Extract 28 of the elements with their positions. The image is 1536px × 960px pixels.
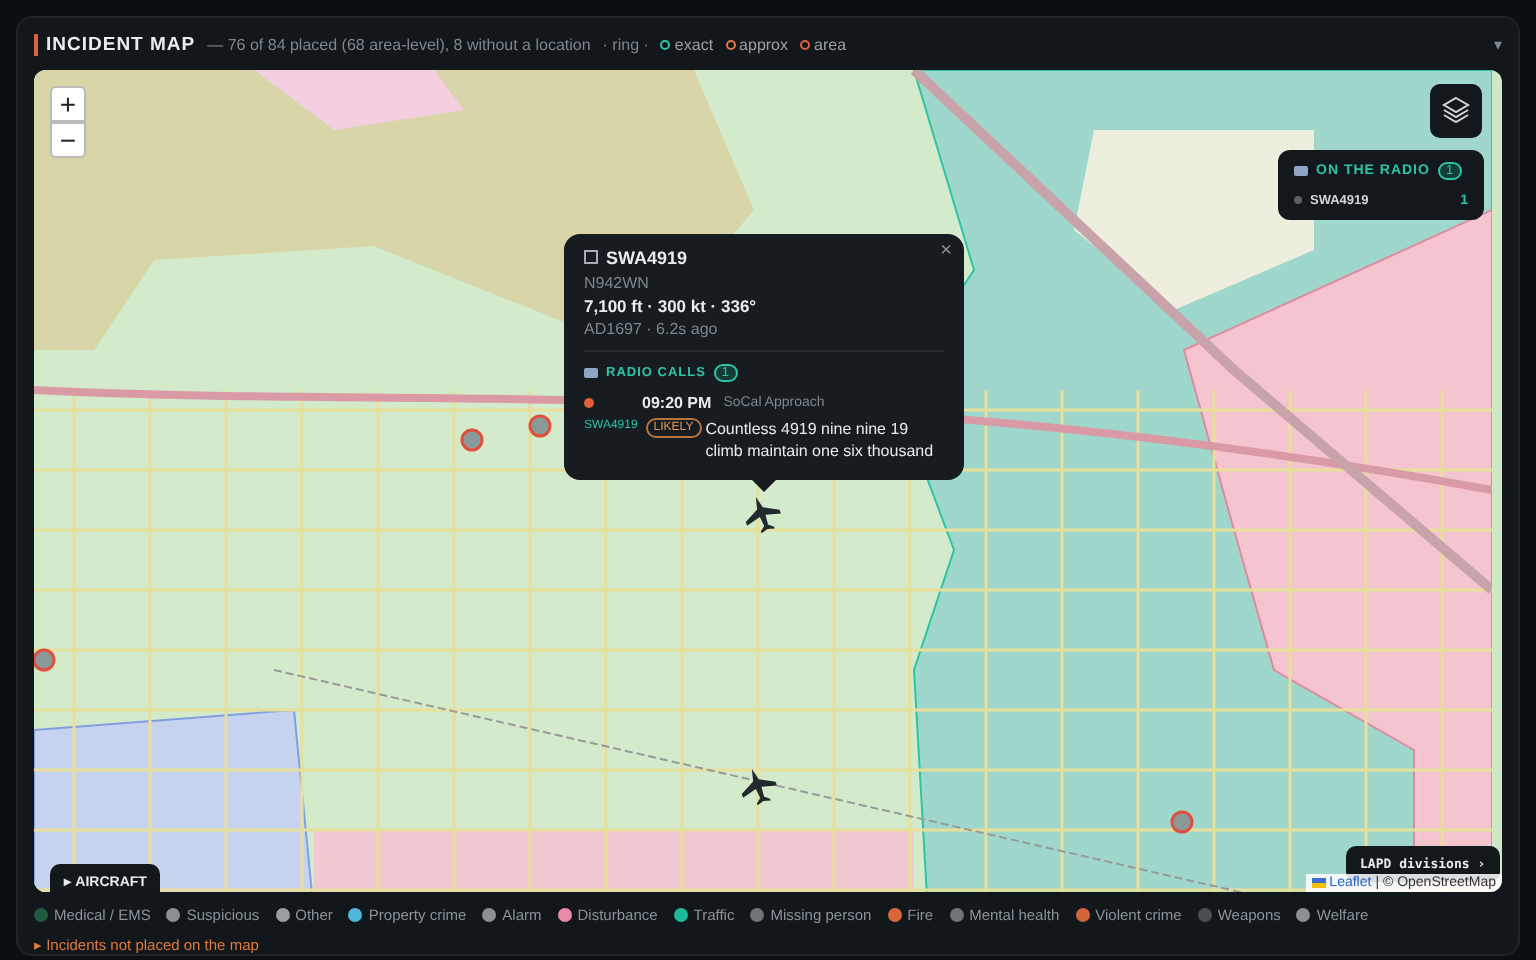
placement-summary: — 76 of 84 placed (68 area-level), 8 without a location <box>207 36 591 55</box>
incident-marker[interactable] <box>1170 809 1194 833</box>
zoom-in-button[interactable]: + <box>50 85 86 122</box>
aircraft-icon <box>584 250 598 265</box>
call-dot <box>584 397 594 408</box>
ring-label: exact <box>674 36 714 55</box>
incident-marker[interactable] <box>34 647 56 671</box>
close-button[interactable]: × <box>940 239 952 262</box>
call-time: 09:20 PM <box>642 393 712 412</box>
collapse-toggle[interactable]: ▾ <box>1494 36 1502 55</box>
ring-label: area <box>814 36 847 55</box>
incident-marker[interactable] <box>460 427 484 451</box>
airplane-icon[interactable] <box>741 768 777 805</box>
zoom-out-button[interactable]: − <box>50 121 86 158</box>
status-dot <box>1294 196 1302 205</box>
ring-legend-label: · ring · <box>602 36 649 55</box>
flight-details: 7,100 ft · 300 kt · 336° <box>584 295 759 316</box>
flag-icon <box>1311 878 1326 888</box>
incident-marker[interactable] <box>528 413 552 437</box>
aircraft-registration: N942WN <box>584 273 651 292</box>
layers-button[interactable] <box>1430 83 1482 138</box>
layers-icon <box>1442 96 1470 125</box>
aircraft-callsign: SWA4919 <box>606 247 688 268</box>
airplane-icon[interactable] <box>745 496 781 533</box>
aircraft-meta: AD1697 · 6.2s ago <box>584 319 720 338</box>
ring-label: approx <box>739 36 789 55</box>
panel-title: INCIDENT MAP <box>34 34 196 57</box>
transcript-text: Countless 4919 nine nine 19 climb maintain one six thousand <box>705 417 936 462</box>
